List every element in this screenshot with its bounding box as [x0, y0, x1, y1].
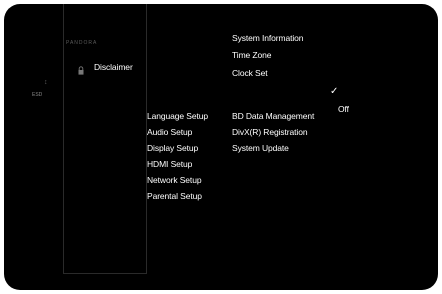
menu-item-language-setup[interactable]: Language Setup — [147, 111, 208, 121]
lock-icon — [78, 62, 84, 75]
submenu-item-system-information[interactable]: System Information — [232, 33, 304, 43]
menu-item-audio-setup[interactable]: Audio Setup — [147, 127, 192, 137]
column-divider-left — [63, 4, 64, 274]
column-divider-middle — [146, 4, 147, 274]
side-glyph: ↕ — [44, 79, 49, 86]
submenu-item-clock-set[interactable]: Clock Set — [232, 68, 268, 78]
submenu-item-bd-data-management[interactable]: BD Data Management — [232, 111, 314, 121]
checkmark-icon: ✓ — [330, 86, 339, 97]
submenu-item-system-update[interactable]: System Update — [232, 143, 289, 153]
menu-item-parental-setup[interactable]: Parental Setup — [147, 191, 202, 201]
menu-item-hdmi-setup[interactable]: HDMI Setup — [147, 159, 192, 169]
submenu-item-time-zone[interactable]: Time Zone — [232, 50, 272, 60]
tv-screen: PANDORA Disclaimer ↕ ESD Language Setup … — [4, 4, 438, 290]
side-small-label: ESD — [32, 92, 43, 98]
menu-item-network-setup[interactable]: Network Setup — [147, 175, 202, 185]
brand-text: PANDORA — [66, 40, 98, 46]
submenu-item-divx-registration[interactable]: DivX(R) Registration — [232, 127, 308, 137]
bottom-guide-line — [63, 273, 146, 274]
menu-item-display-setup[interactable]: Display Setup — [147, 143, 198, 153]
disclaimer-item[interactable]: Disclaimer — [94, 62, 133, 72]
option-value-off[interactable]: Off — [338, 104, 349, 114]
